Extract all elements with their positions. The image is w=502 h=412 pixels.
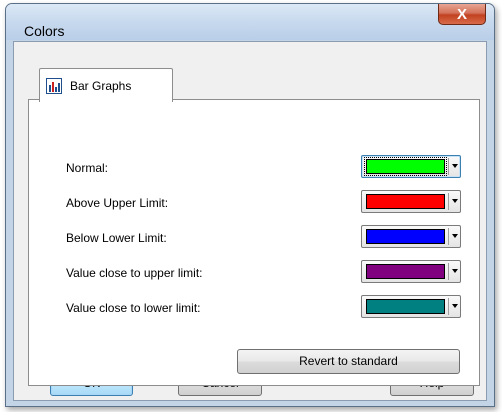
dropdown-divider (448, 158, 449, 175)
dropdown-divider (448, 228, 449, 245)
color-swatch (364, 157, 447, 176)
tab-label: Bar Graphs (70, 79, 132, 93)
chevron-down-icon[interactable] (452, 234, 458, 238)
chevron-down-icon[interactable] (452, 164, 458, 168)
close-to-lower-limit-label: Value close to lower limit: (66, 301, 201, 315)
close-icon: X (456, 5, 467, 23)
color-swatch (366, 299, 445, 314)
chevron-down-icon[interactable] (452, 199, 458, 203)
chevron-down-icon[interactable] (452, 304, 458, 308)
close-to-upper-limit-label: Value close to upper limit: (66, 266, 203, 280)
dropdown-divider (448, 193, 449, 210)
above-upper-limit-color-picker[interactable] (361, 190, 461, 213)
colors-dialog: Colors X Bar Graphs Normal: Above Upper … (5, 3, 495, 407)
dropdown-divider (448, 263, 449, 280)
dropdown-divider (448, 298, 449, 315)
normal-color-picker[interactable] (361, 155, 461, 178)
color-swatch (366, 229, 445, 244)
color-swatch (366, 194, 445, 209)
dialog-title: Colors (24, 23, 65, 39)
close-to-upper-limit-color-picker[interactable] (361, 260, 461, 283)
color-swatch (366, 264, 445, 279)
revert-to-standard-button[interactable]: Revert to standard (237, 349, 460, 374)
tab-bar-graphs[interactable]: Bar Graphs (39, 68, 173, 102)
tab-panel: Normal: Above Upper Limit: Below Lower L… (28, 99, 480, 386)
below-lower-limit-color-picker[interactable] (361, 225, 461, 248)
above-upper-limit-label: Above Upper Limit: (66, 196, 169, 210)
normal-label: Normal: (66, 161, 109, 175)
close-button[interactable]: X (438, 4, 486, 25)
below-lower-limit-label: Below Lower Limit: (66, 231, 167, 245)
dialog-client-area: Bar Graphs Normal: Above Upper Limit: Be… (13, 41, 487, 401)
bar-chart-icon (46, 78, 62, 94)
close-to-lower-limit-color-picker[interactable] (361, 295, 461, 318)
title-bar[interactable]: Colors X (6, 4, 494, 40)
chevron-down-icon[interactable] (452, 269, 458, 273)
